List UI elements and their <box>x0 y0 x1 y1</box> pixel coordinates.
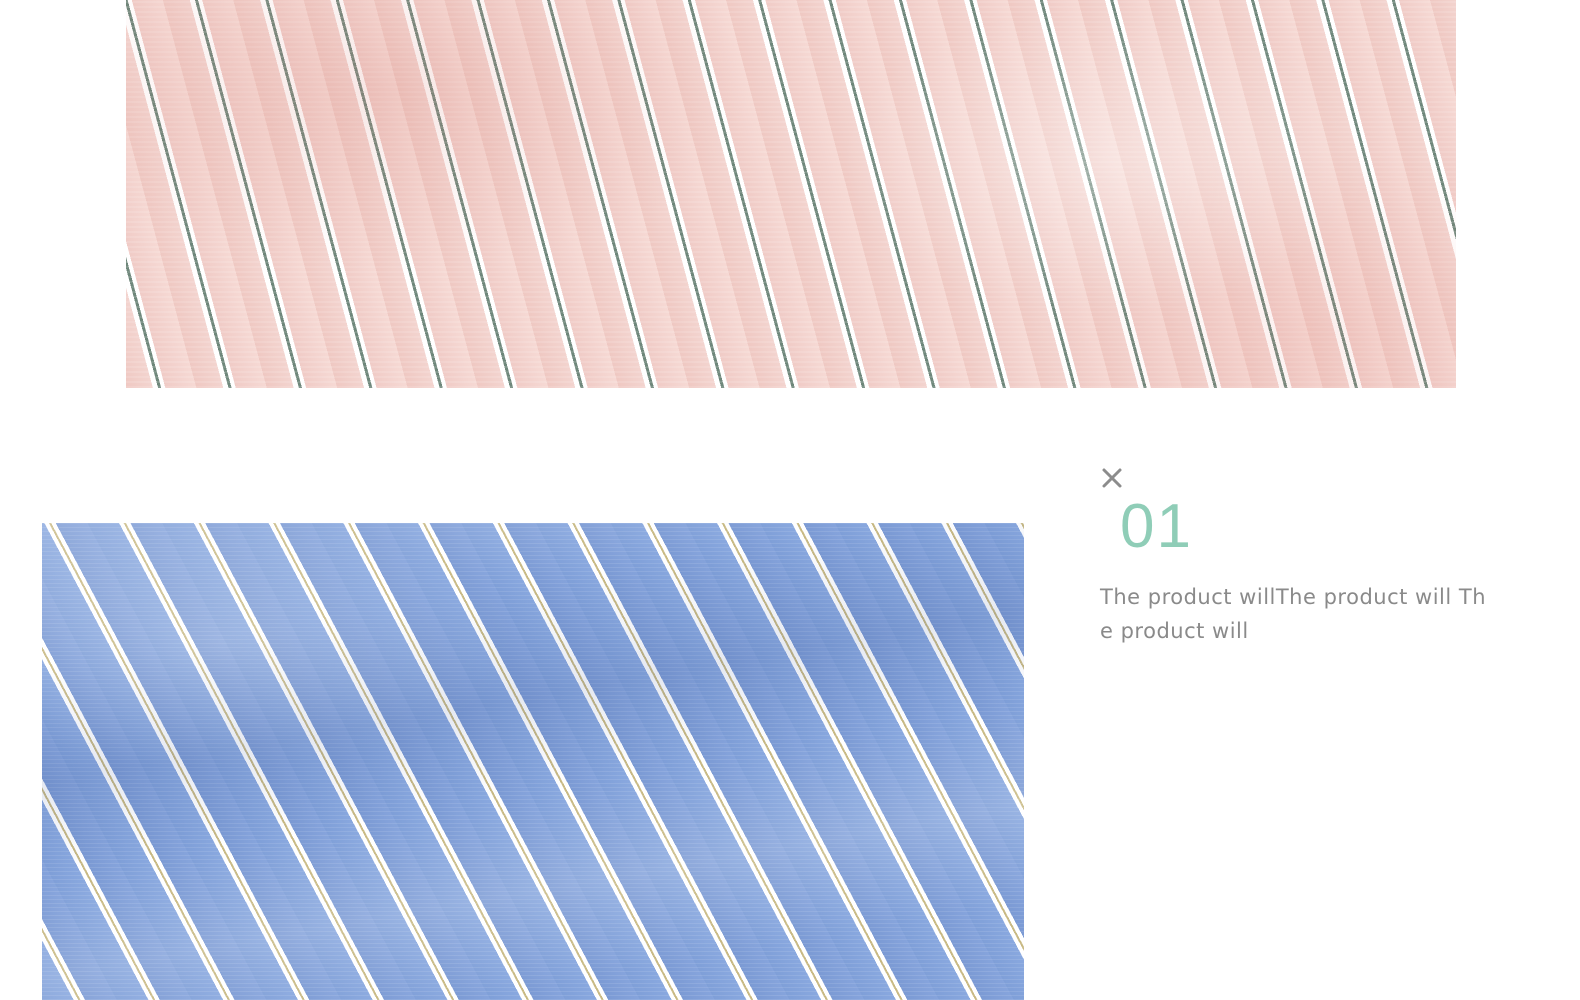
page: 01 The product willThe product will The … <box>0 0 1580 1000</box>
close-icon-glyph <box>1102 468 1122 488</box>
item-number: 01 <box>1120 492 1193 561</box>
close-icon[interactable] <box>1100 466 1124 490</box>
item-description: The product willThe product will The pro… <box>1100 585 1487 643</box>
blue-striped-fabric-image <box>42 523 1024 1000</box>
pink-striped-fabric-image <box>126 0 1456 388</box>
